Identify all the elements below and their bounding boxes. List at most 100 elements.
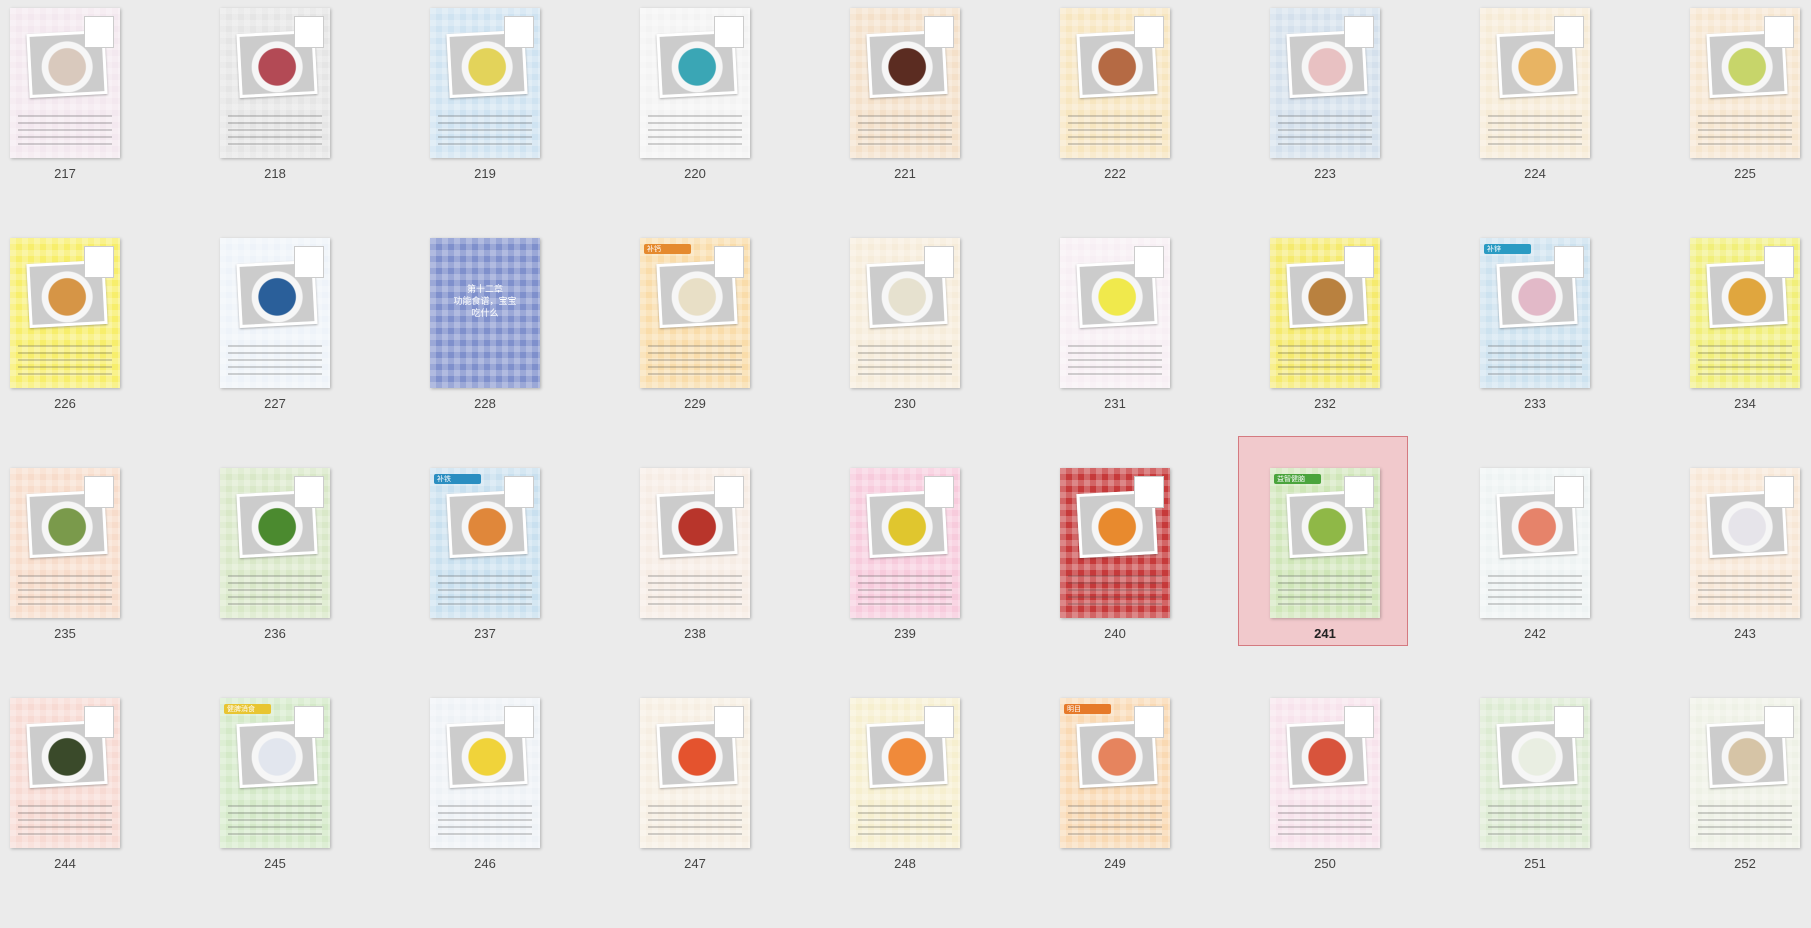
page-preview <box>1480 8 1590 158</box>
text-lines <box>228 570 322 608</box>
page-thumbnail-242[interactable]: 242 <box>1480 468 1690 698</box>
category-badge: 益智健脑 <box>1274 474 1321 484</box>
page-number-label: 237 <box>474 626 496 641</box>
text-lines <box>648 340 742 378</box>
category-badge: 明目 <box>1064 704 1111 714</box>
note-card <box>294 476 324 508</box>
page-number-label: 247 <box>684 856 706 871</box>
text-lines <box>1278 110 1372 148</box>
text-lines <box>648 110 742 148</box>
page-thumbnail-224[interactable]: 224 <box>1480 8 1690 238</box>
note-card <box>924 476 954 508</box>
page-number-label: 242 <box>1524 626 1546 641</box>
page-number-label: 221 <box>894 166 916 181</box>
category-badge: 补锌 <box>1484 244 1531 254</box>
page-thumbnail-230[interactable]: 230 <box>850 238 1060 468</box>
page-thumbnail-244[interactable]: 244 <box>10 698 220 928</box>
page-thumbnail-217[interactable]: 217 <box>10 8 220 238</box>
page-thumbnail-239[interactable]: 239 <box>850 468 1060 698</box>
note-card <box>1344 706 1374 738</box>
page-thumbnail-234[interactable]: 234 <box>1690 238 1811 468</box>
page-thumbnail-241[interactable]: 益智健脑 241 <box>1238 436 1480 698</box>
text-lines <box>1068 570 1162 608</box>
page-thumbnail-246[interactable]: 246 <box>430 698 640 928</box>
page-thumbnail-225[interactable]: 225 <box>1690 8 1811 238</box>
page-thumbnail-232[interactable]: 232 <box>1270 238 1480 468</box>
page-preview <box>1690 698 1800 848</box>
page-preview <box>1690 238 1800 388</box>
page-thumbnail-249[interactable]: 明目 249 <box>1060 698 1270 928</box>
page-preview <box>850 8 960 158</box>
page-thumbnail-226[interactable]: 226 <box>10 238 220 468</box>
note-card <box>1134 16 1164 48</box>
note-card <box>504 476 534 508</box>
page-number-label: 248 <box>894 856 916 871</box>
page-thumbnail-228[interactable]: 第十二章 功能食谱，宝宝 吃什么 228 <box>430 238 640 468</box>
text-lines <box>438 800 532 838</box>
page-preview <box>1270 698 1380 848</box>
page-thumbnail-237[interactable]: 补铁 237 <box>430 468 640 698</box>
text-lines <box>858 570 952 608</box>
page-thumbnail-231[interactable]: 231 <box>1060 238 1270 468</box>
note-card <box>84 706 114 738</box>
text-lines <box>1698 340 1792 378</box>
page-thumbnail-218[interactable]: 218 <box>220 8 430 238</box>
page-thumbnail-252[interactable]: 252 <box>1690 698 1811 928</box>
page-number-label: 220 <box>684 166 706 181</box>
text-lines <box>1068 340 1162 378</box>
page-thumbnail-221[interactable]: 221 <box>850 8 1060 238</box>
note-card <box>1554 246 1584 278</box>
text-lines <box>1068 800 1162 838</box>
text-lines <box>228 110 322 148</box>
page-number-label: 244 <box>54 856 76 871</box>
page-number-label: 245 <box>264 856 286 871</box>
page-number-label: 217 <box>54 166 76 181</box>
page-preview <box>220 468 330 618</box>
note-card <box>1344 16 1374 48</box>
note-card <box>1344 246 1374 278</box>
text-lines <box>438 570 532 608</box>
thumbnail-grid: 217 218 219 220 221 222 223 224 225 226 227 第十二章 功能… <box>0 0 1811 871</box>
page-preview: 明目 <box>1060 698 1170 848</box>
page-number-label: 223 <box>1314 166 1336 181</box>
page-thumbnail-245[interactable]: 健脾消食 245 <box>220 698 430 928</box>
page-thumbnail-220[interactable]: 220 <box>640 8 850 238</box>
page-thumbnail-222[interactable]: 222 <box>1060 8 1270 238</box>
page-thumbnail-235[interactable]: 235 <box>10 468 220 698</box>
page-thumbnail-236[interactable]: 236 <box>220 468 430 698</box>
page-thumbnail-250[interactable]: 250 <box>1270 698 1480 928</box>
page-preview <box>1690 468 1800 618</box>
note-card <box>924 706 954 738</box>
text-lines <box>1488 110 1582 148</box>
note-card <box>1764 476 1794 508</box>
page-preview <box>220 8 330 158</box>
text-lines <box>1698 110 1792 148</box>
page-number-label: 236 <box>264 626 286 641</box>
page-preview <box>850 238 960 388</box>
page-thumbnail-243[interactable]: 243 <box>1690 468 1811 698</box>
page-preview <box>1480 698 1590 848</box>
page-thumbnail-248[interactable]: 248 <box>850 698 1060 928</box>
text-lines <box>18 570 112 608</box>
text-lines <box>1488 570 1582 608</box>
category-badge: 健脾消食 <box>224 704 271 714</box>
page-number-label: 250 <box>1314 856 1336 871</box>
page-preview <box>1060 238 1170 388</box>
page-thumbnail-233[interactable]: 补锌 233 <box>1480 238 1690 468</box>
page-thumbnail-238[interactable]: 238 <box>640 468 850 698</box>
page-preview <box>1060 8 1170 158</box>
note-card <box>1554 476 1584 508</box>
page-number-label: 243 <box>1734 626 1756 641</box>
page-thumbnail-247[interactable]: 247 <box>640 698 850 928</box>
page-thumbnail-219[interactable]: 219 <box>430 8 640 238</box>
page-thumbnail-227[interactable]: 227 <box>220 238 430 468</box>
page-preview: 补锌 <box>1480 238 1590 388</box>
page-number-label: 228 <box>474 396 496 411</box>
page-preview: 益智健脑 <box>1270 468 1380 618</box>
page-thumbnail-251[interactable]: 251 <box>1480 698 1690 928</box>
page-number-label: 222 <box>1104 166 1126 181</box>
page-thumbnail-229[interactable]: 补钙 229 <box>640 238 850 468</box>
page-thumbnail-223[interactable]: 223 <box>1270 8 1480 238</box>
page-number-label: 238 <box>684 626 706 641</box>
text-lines <box>1068 110 1162 148</box>
